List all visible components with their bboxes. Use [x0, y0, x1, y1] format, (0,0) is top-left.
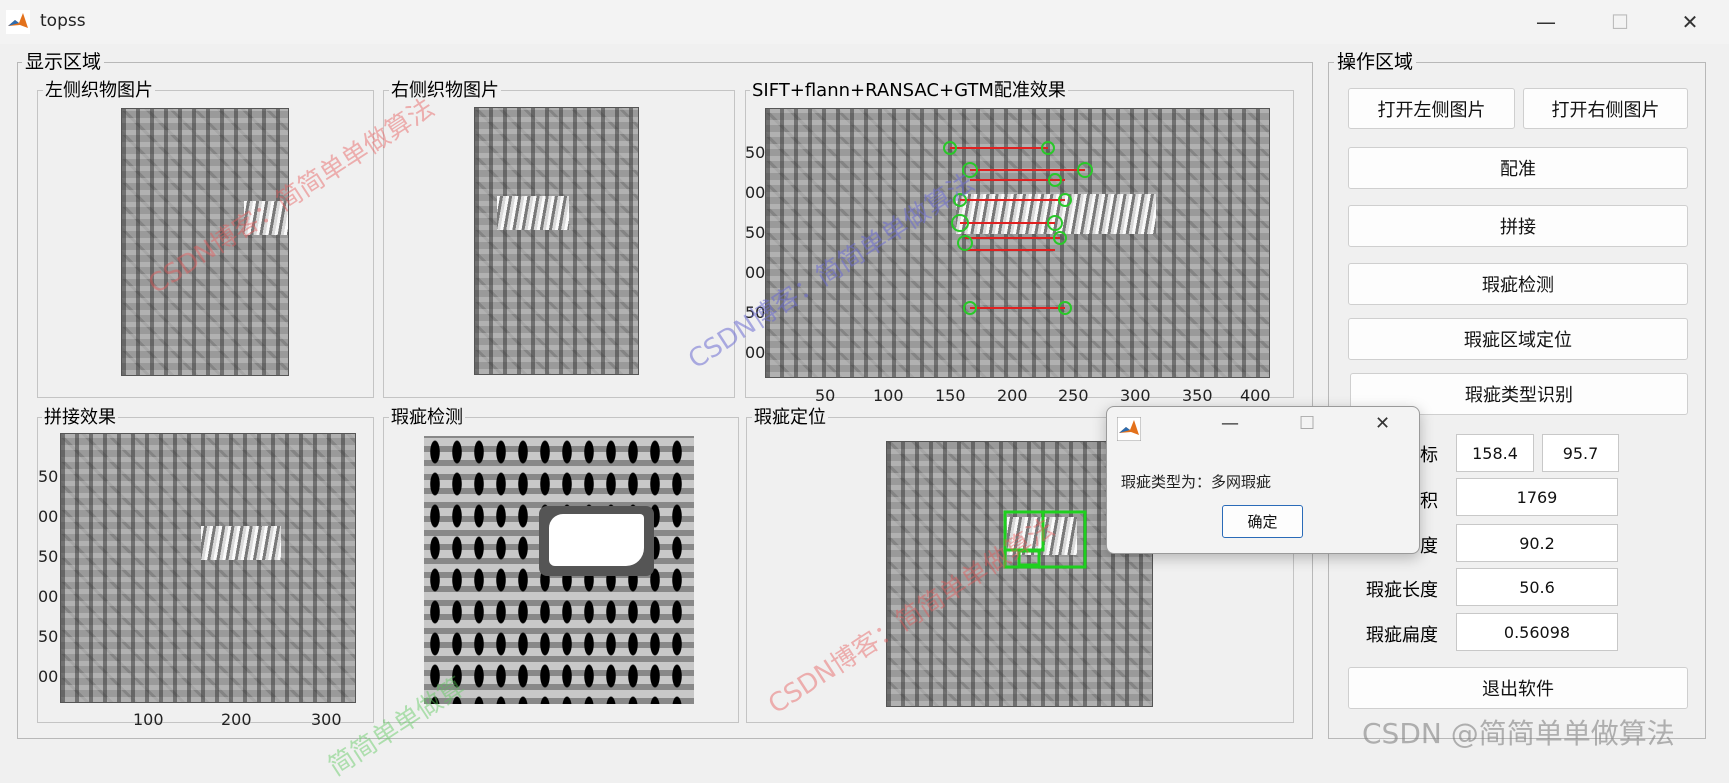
reg-y-tick: 00 [745, 343, 766, 362]
stitch-x-tick: 200 [221, 710, 252, 729]
reg-y-tick: 50 [745, 143, 766, 162]
feature-matches-overlay [943, 141, 1093, 315]
length-label: 瑕疵长度 [1366, 580, 1438, 601]
coord-x-field[interactable]: 158.4 [1456, 434, 1534, 472]
defect-locate-label: 瑕疵定位 [752, 407, 828, 429]
reg-y-tick: 00 [745, 263, 766, 282]
right-fabric-image [474, 107, 639, 375]
reg-y-tick: 50 [745, 303, 766, 322]
stitch-y-tick: 50 [38, 627, 59, 646]
area-field[interactable]: 1769 [1456, 478, 1618, 516]
maximize-button[interactable]: ☐ [1590, 6, 1650, 38]
reg-x-tick: 100 [873, 386, 904, 405]
reg-x-tick: 250 [1058, 386, 1089, 405]
stitch-x-tick: 300 [311, 710, 342, 729]
stitch-y-tick: 00 [38, 587, 59, 606]
dialog-maximize-button[interactable]: ☐ [1299, 413, 1315, 434]
display-area-label: 显示区域 [22, 51, 105, 73]
reg-x-tick: 350 [1182, 386, 1213, 405]
dialog-minimize-button[interactable]: — [1221, 413, 1239, 434]
window-title: topss [40, 11, 86, 31]
stitch-y-tick: 50 [38, 467, 59, 486]
dialog-close-button[interactable]: ✕ [1375, 413, 1390, 434]
left-fabric-image [121, 108, 289, 376]
operation-area-label: 操作区域 [1334, 51, 1417, 73]
matlab-logo-icon [6, 10, 30, 34]
result-dialog: — ☐ ✕ 瑕疵类型为：多网瑕疵 确定 [1106, 406, 1420, 554]
close-button[interactable]: ✕ [1660, 6, 1720, 38]
stitch-y-tick: 50 [38, 547, 59, 566]
third-metric-field[interactable]: 90.2 [1456, 524, 1618, 562]
reg-x-tick: 50 [815, 386, 836, 405]
open-left-image-button[interactable]: 打开左侧图片 [1348, 88, 1515, 129]
length-field[interactable]: 50.6 [1456, 568, 1618, 606]
stitch-x-tick: 100 [133, 710, 164, 729]
coord-y-field[interactable]: 95.7 [1542, 434, 1619, 472]
reg-x-tick: 400 [1240, 386, 1271, 405]
defect-locate-button[interactable]: 瑕疵区域定位 [1348, 318, 1688, 360]
left-image-label: 左侧织物图片 [43, 80, 155, 102]
open-right-image-button[interactable]: 打开右侧图片 [1523, 88, 1688, 129]
exit-button[interactable]: 退出软件 [1348, 667, 1688, 709]
minimize-button[interactable]: — [1516, 6, 1576, 38]
stitch-y-tick: 00 [38, 507, 59, 526]
defect-detect-label: 瑕疵检测 [389, 407, 465, 429]
dialog-message: 瑕疵类型为：多网瑕疵 [1121, 473, 1272, 491]
right-image-label: 右侧织物图片 [389, 80, 501, 102]
stitch-button[interactable]: 拼接 [1348, 205, 1688, 247]
reg-x-tick: 300 [1120, 386, 1151, 405]
stitch-label: 拼接效果 [42, 407, 118, 429]
dialog-ok-button[interactable]: 确定 [1222, 505, 1303, 538]
defect-binary-image [424, 436, 694, 704]
reg-x-tick: 200 [997, 386, 1028, 405]
reg-y-tick: 00 [745, 183, 766, 202]
registration-label: SIFT+flann+RANSAC+GTM配准效果 [750, 80, 1068, 102]
register-button[interactable]: 配准 [1348, 147, 1688, 189]
matlab-logo-icon [1117, 417, 1141, 441]
flatness-label: 瑕疵扁度 [1366, 625, 1438, 646]
defect-detect-button[interactable]: 瑕疵检测 [1348, 263, 1688, 305]
reg-y-tick: 50 [745, 223, 766, 242]
stitched-image [60, 433, 356, 703]
reg-x-tick: 150 [935, 386, 966, 405]
flatness-field[interactable]: 0.56098 [1456, 613, 1618, 651]
title-bar: topss — ☐ ✕ [0, 0, 1729, 44]
stitch-y-tick: 00 [38, 667, 59, 686]
